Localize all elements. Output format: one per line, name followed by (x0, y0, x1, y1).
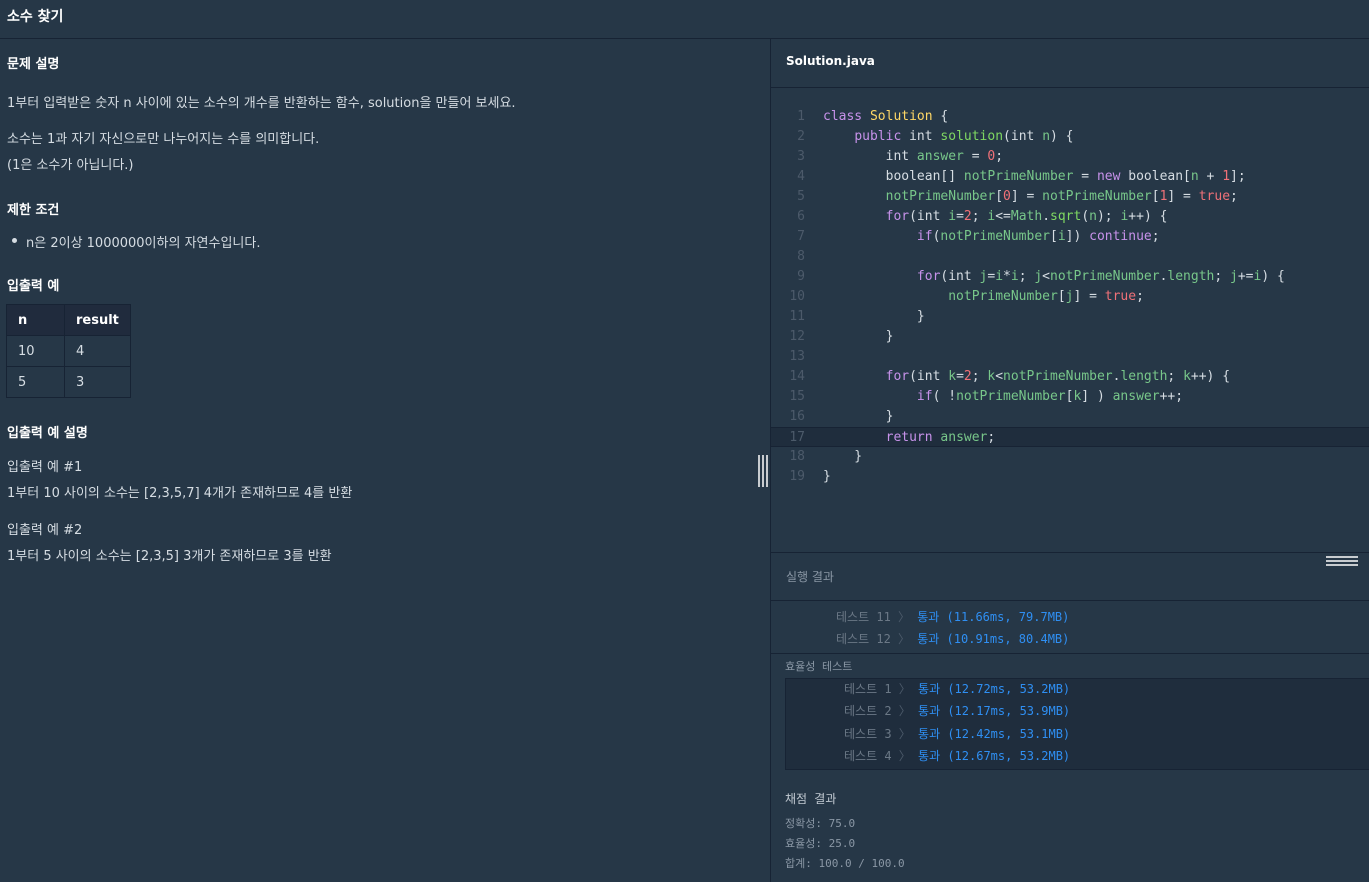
code-line[interactable]: 1 class Solution { (771, 107, 1369, 127)
line-number: 2 (797, 129, 805, 144)
editor-panel: Solution.java 1 class Solution { 2 public… (770, 39, 1369, 882)
table-cell: 3 (64, 366, 131, 398)
panel-resize-handle[interactable] (758, 455, 768, 487)
line-number: 16 (789, 409, 805, 424)
table-cell: 4 (64, 335, 131, 367)
code-line-active[interactable]: 17 return answer; (771, 427, 1369, 447)
examples-heading: 입출력 예 (7, 279, 60, 294)
test-result-row: 테스트 4 〉 통과 (12.67ms, 53.2MB) (844, 749, 1071, 763)
code-line[interactable]: 9 for(int j=i*i; j<notPrimeNumber.length… (771, 267, 1369, 287)
note-text-2: (1은 소수가 아닙니다.) (7, 158, 134, 173)
line-number: 6 (797, 209, 805, 224)
line-number: 1 (797, 109, 805, 124)
page-title: 소수 찾기 (7, 9, 64, 25)
line-number: 14 (789, 369, 805, 384)
line-number: 11 (789, 309, 805, 324)
code-line[interactable]: 2 public int solution(int n) { (771, 127, 1369, 147)
code-line[interactable]: 7 if(notPrimeNumber[i]) continue; (771, 227, 1369, 247)
code-line[interactable]: 14 for(int k=2; k<notPrimeNumber.length;… (771, 367, 1369, 387)
code-line[interactable]: 3 int answer = 0; (771, 147, 1369, 167)
code-line[interactable]: 12 } (771, 327, 1369, 347)
code-line[interactable]: 15 if( !notPrimeNumber[k] ) answer++; (771, 387, 1369, 407)
accuracy-score: 정확성: 75.0 (785, 817, 856, 830)
constraint-item: n은 2이상 1000000이하의 자연수입니다. (11, 232, 260, 251)
table-header-n: n (6, 304, 65, 336)
code-line[interactable]: 5 notPrimeNumber[0] = notPrimeNumber[1] … (771, 187, 1369, 207)
note-text-1: 소수는 1과 자기 자신으로만 나누어지는 수를 의미합니다. (7, 132, 320, 147)
description-text: 1부터 입력받은 숫자 n 사이에 있는 소수의 개수를 반환하는 함수, so… (7, 96, 516, 111)
code-line[interactable]: 11 } (771, 307, 1369, 327)
line-number: 19 (789, 469, 805, 484)
code-editor[interactable]: 1 class Solution { 2 public int solution(… (771, 89, 1369, 552)
example-2-text: 1부터 5 사이의 소수는 [2,3,5] 3개가 존재하므로 3를 반환 (7, 549, 332, 564)
test-result-row: 테스트 11 〉 통과 (11.66ms, 79.7MB) (836, 610, 1070, 624)
line-number: 13 (789, 349, 805, 364)
title-bar: 소수 찾기 (0, 0, 1369, 39)
constraints-heading: 제한 조건 (7, 203, 60, 218)
total-score: 합계: 100.0 / 100.0 (785, 857, 905, 870)
table-header-result: result (64, 304, 131, 336)
line-number: 9 (797, 269, 805, 284)
efficiency-score: 효율성: 25.0 (785, 837, 856, 850)
line-number: 7 (797, 229, 805, 244)
line-number: 3 (797, 149, 805, 164)
examples-table: n result 10 4 5 3 (6, 304, 131, 398)
test-result-row: 테스트 12 〉 통과 (10.91ms, 80.4MB) (836, 632, 1070, 646)
results-header: 실행 결과 (771, 552, 1369, 601)
examples-explain-heading: 입출력 예 설명 (7, 426, 88, 441)
code-line[interactable]: 13 (771, 347, 1369, 367)
code-line[interactable]: 4 boolean[] notPrimeNumber = new boolean… (771, 167, 1369, 187)
example-2-title: 입출력 예 #2 (7, 523, 83, 538)
line-number: 18 (789, 449, 805, 464)
efficiency-label: 효율성 테스트 (785, 660, 853, 673)
test-result-row: 테스트 3 〉 통과 (12.42ms, 53.1MB) (844, 727, 1071, 741)
example-1-title: 입출력 예 #1 (7, 460, 83, 475)
table-row: 10 4 (6, 335, 131, 367)
table-row: 5 3 (6, 366, 131, 398)
line-number: 10 (789, 289, 805, 304)
line-number: 15 (789, 389, 805, 404)
code-line[interactable]: 6 for(int i=2; i<=Math.sqrt(n); i++) { (771, 207, 1369, 227)
table-header-row: n result (6, 304, 131, 336)
code-line[interactable]: 19} (771, 467, 1369, 487)
line-number: 17 (789, 430, 805, 445)
line-number: 8 (797, 249, 805, 264)
code-line[interactable]: 16 } (771, 407, 1369, 427)
file-name: Solution.java (786, 54, 875, 68)
line-number: 5 (797, 189, 805, 204)
table-cell: 5 (6, 366, 65, 398)
test-result-row: 테스트 1 〉 통과 (12.72ms, 53.2MB) (844, 682, 1071, 696)
results-label: 실행 결과 (786, 570, 834, 584)
results-resize-handle[interactable] (1326, 556, 1358, 566)
test-result-row: 테스트 2 〉 통과 (12.17ms, 53.9MB) (844, 704, 1071, 718)
example-1-text: 1부터 10 사이의 소수는 [2,3,5,7] 4개가 존재하므로 4를 반환 (7, 486, 353, 501)
line-number: 4 (797, 169, 805, 184)
description-heading: 문제 설명 (7, 57, 60, 72)
file-tab[interactable]: Solution.java (771, 39, 1369, 88)
code-line[interactable]: 18 } (771, 447, 1369, 467)
problem-panel: 문제 설명 1부터 입력받은 숫자 n 사이에 있는 소수의 개수를 반환하는 … (0, 39, 770, 882)
line-number: 12 (789, 329, 805, 344)
code-line[interactable]: 10 notPrimeNumber[j] = true; (771, 287, 1369, 307)
score-title: 채점 결과 (785, 792, 837, 806)
results-output: 테스트 11 〉 통과 (11.66ms, 79.7MB) 테스트 12 〉 통… (771, 601, 1369, 882)
table-cell: 10 (6, 335, 65, 367)
code-line[interactable]: 8 (771, 247, 1369, 267)
